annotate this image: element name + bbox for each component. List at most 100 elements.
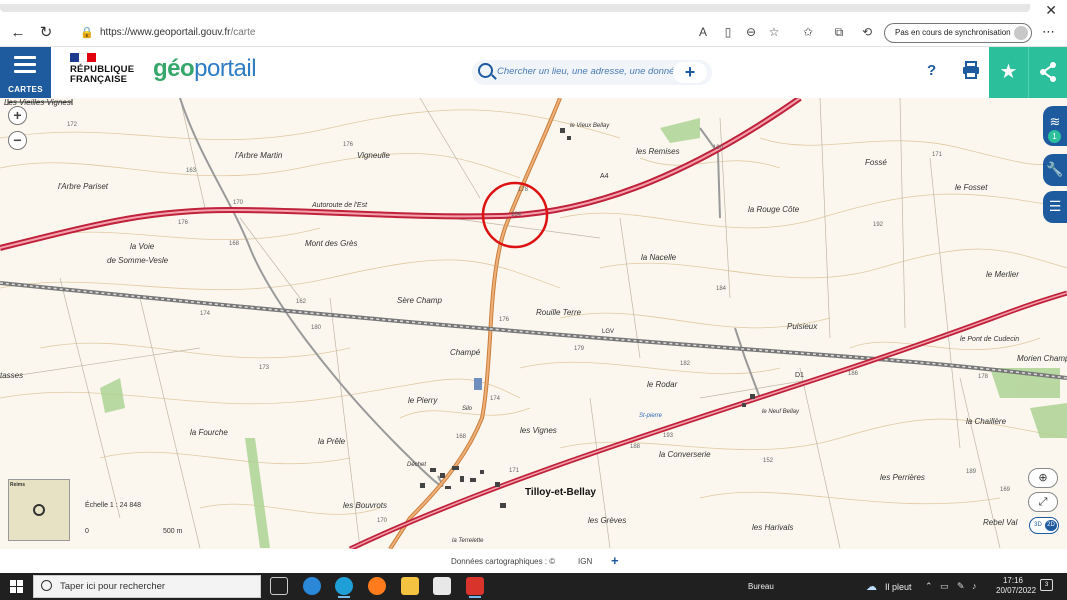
place-label: Mont des Grès xyxy=(305,239,358,248)
geoportail-logo[interactable]: géoportail xyxy=(153,55,257,83)
search-icon[interactable] xyxy=(478,63,493,78)
view-3d-option[interactable]: 3D xyxy=(1032,520,1044,531)
taskbar-search-input[interactable]: Taper ici pour rechercher xyxy=(33,575,261,598)
help-button[interactable]: ? xyxy=(927,62,936,79)
place-label: le Vieux Bellay xyxy=(570,123,610,129)
add-favorite-icon[interactable]: ☆ xyxy=(766,25,782,39)
place-label: l'Arbre Pariset xyxy=(58,182,108,191)
place-label-village: Tilloy-et-Bellay xyxy=(525,487,596,498)
place-label: les Harivals xyxy=(752,523,794,532)
network-icon[interactable]: ▭ xyxy=(940,581,949,592)
altitude-label: 174 xyxy=(200,311,211,317)
target-icon: ⊕ xyxy=(1038,472,1048,484)
place-label: la Converserie xyxy=(659,450,711,459)
share-button[interactable] xyxy=(1028,47,1067,98)
credits-more-button[interactable]: + xyxy=(611,553,619,568)
tools-panel-tab[interactable]: 🔧 xyxy=(1043,154,1067,186)
store-icon[interactable] xyxy=(433,577,451,595)
scale-start: 0 xyxy=(85,528,89,535)
layer-count-badge: 1 xyxy=(1048,130,1061,143)
place-label: la Rouge Côte xyxy=(748,205,800,214)
url-text: https://www.geoportail.gouv.fr/carte xyxy=(100,27,255,38)
teams-chat-icon[interactable] xyxy=(303,577,321,595)
history-icon[interactable]: ⟲ xyxy=(859,25,875,39)
place-label: la Chaillère xyxy=(966,417,1007,426)
more-menu-icon[interactable]: ⋯ xyxy=(1042,24,1055,40)
place-label: Vigneulle xyxy=(357,151,390,160)
altitude-label: 178 xyxy=(518,187,529,193)
fullscreen-button[interactable]: ⤢ xyxy=(1028,492,1058,512)
legend-panel-tab[interactable]: ☰ xyxy=(1043,191,1067,223)
refresh-icon[interactable]: ↻ xyxy=(36,24,56,42)
search-input[interactable]: Chercher un lieu, une adresse, une donné… xyxy=(497,66,680,77)
tab-strip xyxy=(0,4,1030,12)
windows-start-icon[interactable] xyxy=(10,580,23,593)
place-label: la Voie xyxy=(130,242,155,251)
task-view-icon[interactable] xyxy=(270,577,288,595)
layers-icon: ≋ xyxy=(1049,114,1061,129)
road-label-d1: D1 xyxy=(795,372,804,379)
logo-portail: portail xyxy=(194,55,257,82)
list-icon: ☰ xyxy=(1048,198,1062,214)
place-label: la Fourche xyxy=(190,428,228,437)
zoom-icon[interactable]: ⊖ xyxy=(743,25,759,39)
profile-avatar xyxy=(1014,26,1028,40)
favorite-star-button[interactable]: ★ xyxy=(989,47,1028,98)
republique-francaise-logo[interactable]: RÉPUBLIQUE FRANÇAISE xyxy=(70,53,140,85)
collections-icon[interactable]: ⧉ xyxy=(831,25,847,40)
taskbar-clock[interactable]: 17:16 20/07/2022 xyxy=(996,576,1036,596)
firefox-icon[interactable] xyxy=(368,577,386,595)
view-mode-toggle[interactable]: 3D 2D xyxy=(1029,517,1059,534)
desktop-toolbar-label[interactable]: Bureau xyxy=(748,582,774,591)
place-label: Autoroute de l'Est xyxy=(312,202,368,209)
place-label: les Vignes xyxy=(520,426,557,435)
edge-browser-icon[interactable] xyxy=(335,577,353,598)
place-label: le Rodar xyxy=(647,380,678,389)
place-label: tasses xyxy=(0,371,24,380)
sync-button[interactable]: Pas en cours de synchronisation xyxy=(884,23,1032,43)
immersive-reader-icon[interactable]: ▯ xyxy=(720,25,736,39)
geolocate-button[interactable]: ⊕ xyxy=(1028,468,1058,488)
url-base: https://www.geoportail.gouv.fr xyxy=(100,27,231,38)
app-icon[interactable] xyxy=(466,577,484,598)
taskbar-search-placeholder: Taper ici pour rechercher xyxy=(60,581,166,592)
altitude-label: 163 xyxy=(186,168,197,174)
close-window-icon[interactable]: ✕ xyxy=(1045,2,1057,19)
field-boundaries xyxy=(0,98,1001,549)
advanced-search-plus-button[interactable]: + xyxy=(673,62,707,83)
volume-icon[interactable]: ♪ xyxy=(972,581,977,591)
map-view[interactable]: Les Vieilles Vignes l'Arbre Martin Vigne… xyxy=(0,98,1067,549)
file-explorer-icon[interactable] xyxy=(401,577,419,595)
zoom-in-button[interactable]: + xyxy=(8,106,27,125)
altitude-label: 168 xyxy=(229,241,240,247)
pen-icon[interactable]: ✎ xyxy=(957,581,965,592)
altitude-label: 162 xyxy=(296,299,307,305)
map-credits-bar: Données cartographiques : © IGN + xyxy=(0,549,1067,573)
altitude-label: 184 xyxy=(716,286,727,292)
place-label: Morien Champ xyxy=(1017,354,1067,363)
altitude-label: 171 xyxy=(932,152,943,158)
favorites-icon[interactable]: ✩ xyxy=(800,25,816,39)
url-field[interactable]: 🔒 https://www.geoportail.gouv.fr/carte xyxy=(70,23,790,44)
weather-text[interactable]: Il pleut xyxy=(885,582,912,592)
chevron-up-icon[interactable]: ⌃ xyxy=(925,581,933,592)
overview-mini-map[interactable]: Reims xyxy=(8,479,70,541)
altitude-label: 168 xyxy=(456,434,467,440)
read-aloud-icon[interactable]: A xyxy=(695,25,711,39)
menu-button[interactable]: CARTES xyxy=(0,47,51,98)
windows-taskbar: Taper ici pour rechercher Bureau ☁ Il pl… xyxy=(0,573,1067,600)
view-2d-option[interactable]: 2D xyxy=(1045,520,1057,531)
railway-lgv xyxy=(0,281,1067,380)
notification-center-icon[interactable]: 3 xyxy=(1040,579,1053,591)
credits-ign[interactable]: IGN xyxy=(578,557,592,566)
back-arrow-icon[interactable]: ← xyxy=(8,24,28,42)
altitude-label: 189 xyxy=(966,469,977,475)
altitude-label: 174 xyxy=(490,396,501,402)
zoom-out-button[interactable]: − xyxy=(8,131,27,150)
place-label: le Neuf Bellay xyxy=(762,409,800,415)
layers-panel-tab[interactable]: ≋ 1 xyxy=(1043,106,1067,146)
scale-end: 500 m xyxy=(163,528,183,535)
crosshair-icon xyxy=(33,504,45,516)
place-label: la Prêle xyxy=(318,437,346,446)
print-icon[interactable] xyxy=(962,61,980,79)
